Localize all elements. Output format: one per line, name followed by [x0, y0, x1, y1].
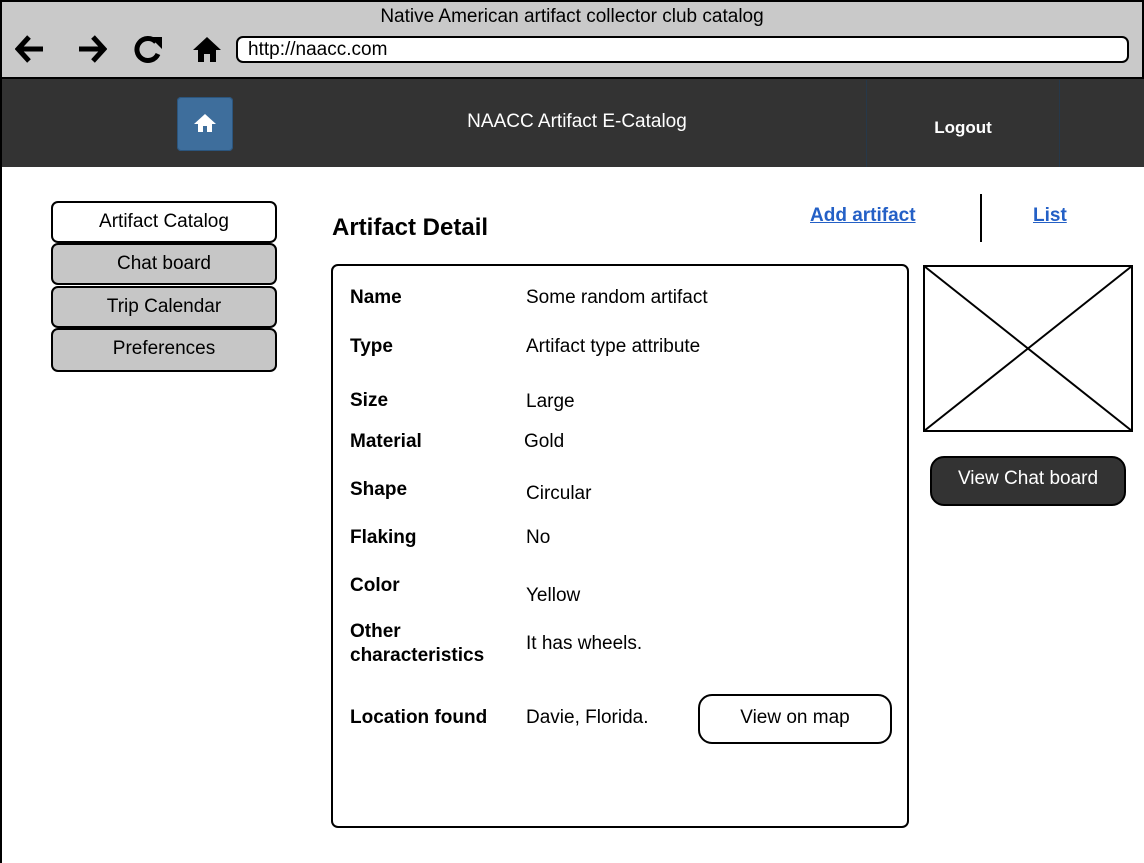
field-value-material: Gold — [524, 431, 565, 452]
field-label-color: Color — [350, 575, 400, 596]
list-link[interactable]: List — [1033, 204, 1067, 228]
field-value-type: Artifact type attribute — [526, 336, 701, 357]
field-value-flaking: No — [526, 527, 551, 548]
field-label-other-characteristics: Other characteristics — [350, 621, 485, 666]
field-value-color: Yellow — [526, 585, 581, 606]
home-icon[interactable] — [191, 33, 223, 65]
logout-label[interactable]: Logout — [866, 118, 1060, 138]
field-label-type: Type — [350, 336, 393, 357]
url-input[interactable]: http://naacc.com — [236, 36, 1129, 63]
field-label-material: Material — [350, 431, 422, 452]
window-left-border — [0, 167, 2, 863]
add-artifact-link[interactable]: Add artifact — [810, 204, 916, 228]
back-arrow-icon[interactable] — [14, 33, 46, 65]
view-chat-board-button[interactable]: View Chat board — [930, 456, 1126, 506]
field-value-name: Some random artifact — [526, 287, 708, 308]
view-on-map-button[interactable]: View on map — [698, 694, 892, 744]
field-label-name: Name — [350, 287, 402, 308]
field-label-size: Size — [350, 390, 389, 411]
app-home-button[interactable] — [177, 97, 233, 151]
field-value-shape: Circular — [526, 483, 592, 504]
app-title: NAACC Artifact E-Catalog — [467, 111, 687, 132]
page-title: Artifact Detail — [332, 214, 489, 241]
sidebar-item-chat-board[interactable]: Chat board — [51, 243, 277, 285]
link-divider — [980, 194, 982, 242]
field-label-shape: Shape — [350, 479, 408, 500]
artifact-image-placeholder — [923, 265, 1133, 432]
sidebar-item-artifact-catalog[interactable]: Artifact Catalog — [51, 201, 277, 243]
field-value-size: Large — [526, 391, 575, 412]
field-label-flaking: Flaking — [350, 527, 417, 548]
reload-icon[interactable] — [132, 33, 164, 65]
field-label-location-found: Location found — [350, 707, 488, 728]
home-icon — [194, 114, 216, 132]
window-title: Native American artifact collector club … — [380, 6, 764, 27]
field-value-location-found: Davie, Florida. — [526, 707, 649, 728]
sidebar-item-trip-calendar[interactable]: Trip Calendar — [51, 286, 277, 328]
sidebar-item-preferences[interactable]: Preferences — [51, 328, 277, 372]
forward-arrow-icon[interactable] — [76, 33, 108, 65]
field-value-other-characteristics: It has wheels. — [526, 633, 643, 654]
